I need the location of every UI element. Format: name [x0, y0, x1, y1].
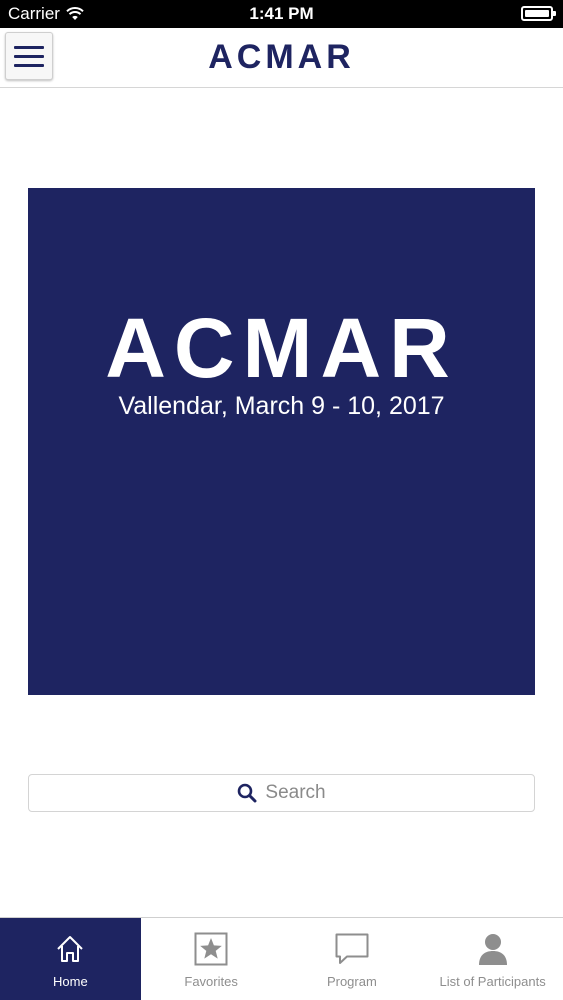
speech-bubble-icon — [335, 933, 369, 964]
search-icon — [238, 783, 257, 803]
status-time: 1:41 PM — [249, 4, 314, 23]
star-icon — [194, 932, 228, 966]
tab-home-label: Home — [53, 974, 88, 989]
nav-bar: ACMAR — [0, 28, 563, 88]
tab-participants-label: List of Participants — [439, 974, 546, 989]
search-input[interactable]: Search — [28, 774, 535, 812]
tab-program-label: Program — [326, 974, 377, 989]
event-banner: ACMAR Vallendar, March 9 - 10, 2017 — [28, 188, 535, 695]
banner-subtitle: Vallendar, March 9 - 10, 2017 — [118, 392, 445, 420]
tab-participants[interactable]: List of Participants — [422, 918, 563, 1000]
home-icon — [57, 936, 84, 962]
status-bar: Carrier 1:41 PM — [0, 0, 563, 28]
tab-favorites[interactable]: Favorites — [141, 918, 282, 1000]
person-icon — [478, 934, 507, 965]
banner-title: ACMAR — [105, 301, 458, 395]
tab-program[interactable]: Program — [282, 918, 423, 1000]
tab-home[interactable]: Home — [0, 918, 141, 1000]
battery-icon — [521, 6, 556, 21]
search-placeholder: Search — [265, 782, 326, 803]
page-title: ACMAR — [208, 38, 355, 76]
tab-bar: Home Favorites Program List of Participa… — [0, 917, 563, 1000]
tab-favorites-label: Favorites — [184, 974, 238, 989]
